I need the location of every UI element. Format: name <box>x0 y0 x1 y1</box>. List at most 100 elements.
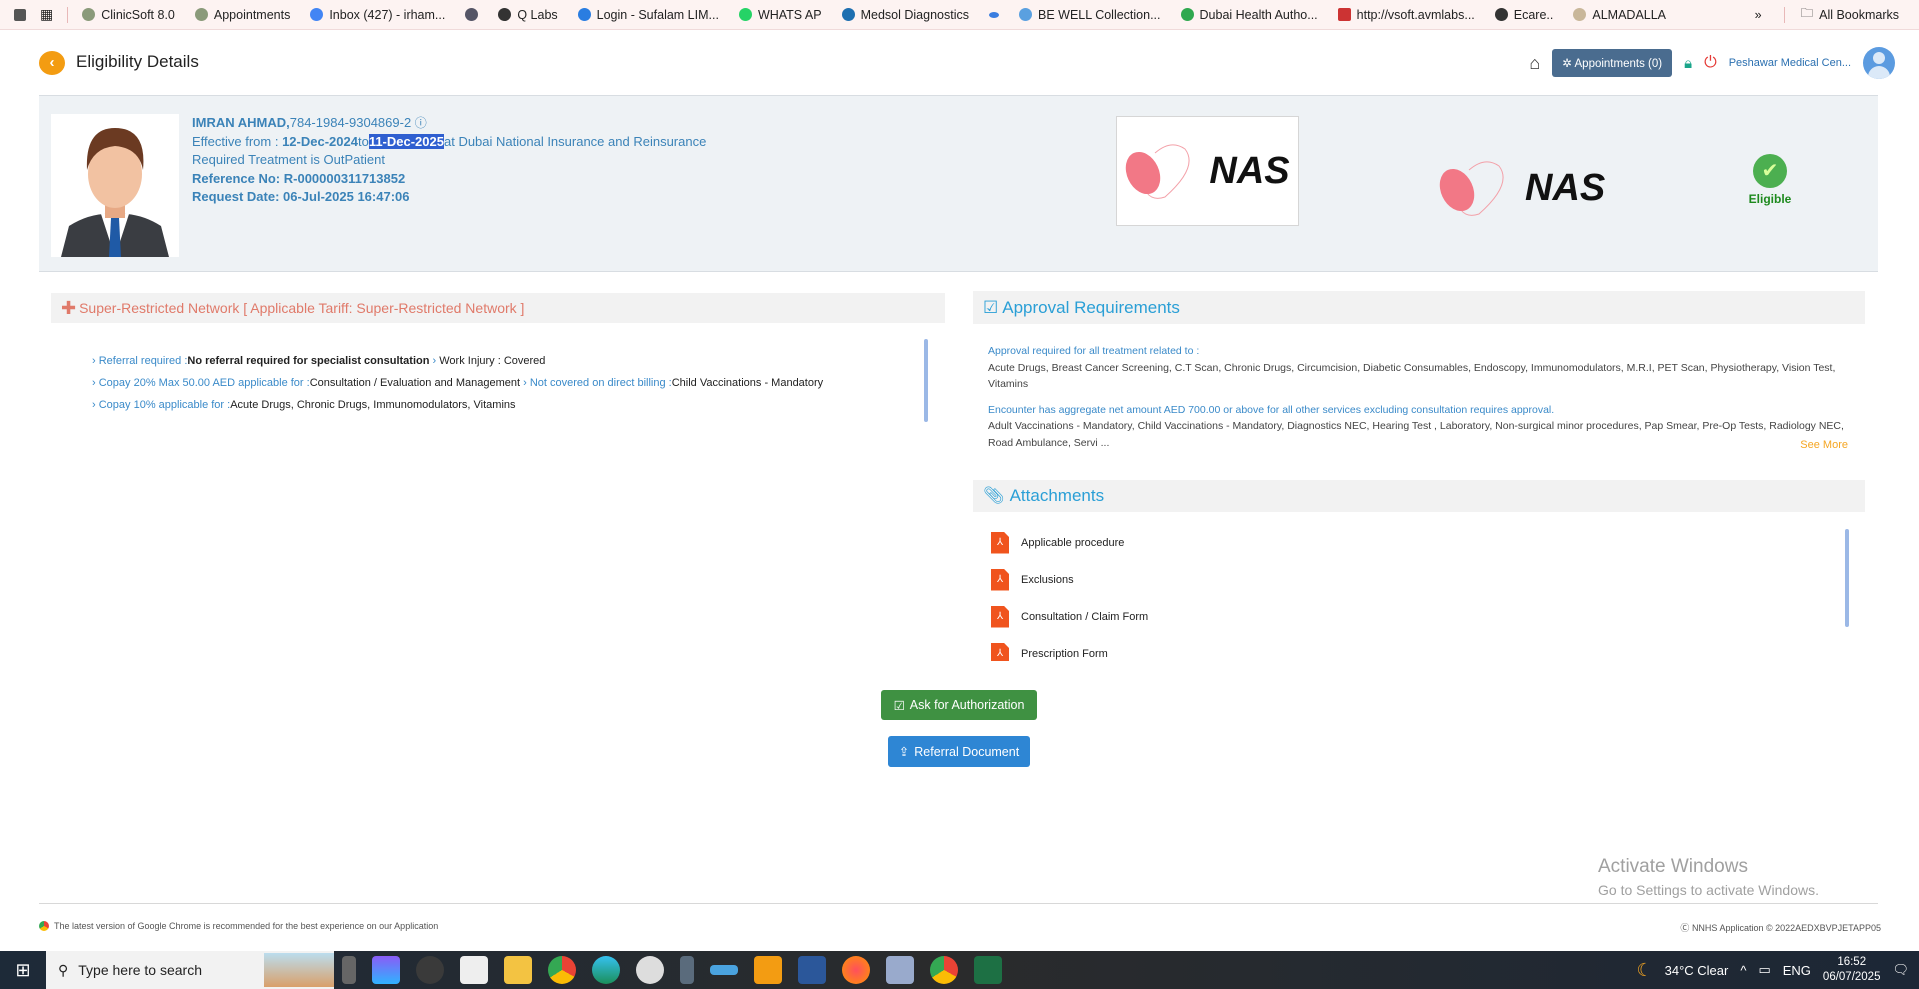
facility-name[interactable]: Peshawar Medical Cen... <box>1729 57 1851 69</box>
chevron-up-icon[interactable]: ^ <box>1740 963 1746 978</box>
approval-title: Approval Requirements <box>1002 297 1180 317</box>
windows-start-icon[interactable]: ⊞ <box>0 960 46 981</box>
taskbar-search[interactable]: ⚲ Type here to search <box>46 951 334 989</box>
excel-icon[interactable] <box>974 956 1002 984</box>
bookmark[interactable]: WHATS AP <box>738 8 822 22</box>
language[interactable]: ENG <box>1783 963 1811 978</box>
bookmark[interactable]: http://vsoft.avmlabs... <box>1337 8 1475 22</box>
insurer: at Dubai National Insurance and Reinsura… <box>443 133 707 149</box>
app-icon[interactable] <box>460 956 488 984</box>
attachments-title: Attachments <box>1009 486 1105 505</box>
weather-moon-icon[interactable]: ☾ <box>1636 960 1652 981</box>
power-icon[interactable]: ⏻ <box>1704 54 1717 72</box>
more-bookmarks-chevron-icon[interactable]: » <box>1755 8 1762 22</box>
benefit-value: Acute Drugs, Chronic Drugs, Immunomodula… <box>230 399 516 411</box>
bookmark[interactable]: ALMADALLA <box>1573 8 1666 22</box>
file-explorer-icon[interactable] <box>504 956 532 984</box>
attachments-header: 📎︎ Attachments <box>973 480 1865 512</box>
word-icon[interactable] <box>798 956 826 984</box>
request-date: Request Date: 06-Jul-2025 16:47:06 <box>192 189 410 204</box>
paperclip-icon: 📎︎ <box>983 486 1005 505</box>
bookmark[interactable]: BE WELL Collection... <box>1019 8 1161 22</box>
bookmark[interactable]: Ecare.. <box>1494 8 1553 22</box>
attachments-list: ⅄ Applicable procedure ⅄ Exclusions ⅄ Consu… <box>991 524 1831 661</box>
all-bookmarks[interactable]: 🗀 All Bookmarks <box>1801 4 1899 25</box>
logo-text: NAS <box>1209 149 1290 192</box>
chrome-icon[interactable] <box>548 956 576 984</box>
firefox-icon[interactable] <box>842 956 870 984</box>
heart-logo-icon <box>1126 144 1190 199</box>
weather[interactable]: 34°C Clear <box>1665 963 1729 978</box>
attachment-item[interactable]: ⅄ Exclusions <box>991 561 1831 598</box>
network-header: ✚ Super-Restricted Network [ Applicable T… <box>51 293 945 323</box>
checkbox-icon: ☑ <box>893 698 905 713</box>
pdf-icon: ⅄ <box>991 605 1009 628</box>
appointments-button[interactable]: ✲ Appointments (0) <box>1552 49 1673 77</box>
bookmark[interactable]: Login - Sufalam LIM... <box>577 8 719 22</box>
attachment-label: Consultation / Claim Form <box>1021 610 1149 623</box>
bookmark-icon <box>1019 8 1032 21</box>
approval-content: Approval required for all treatment rela… <box>988 343 1848 454</box>
edge-icon[interactable] <box>592 956 620 984</box>
chrome-icon[interactable] <box>930 956 958 984</box>
bookmark[interactable]: ClinicSoft 8.0 <box>82 8 175 22</box>
window-icon[interactable] <box>14 8 26 21</box>
attachment-item[interactable]: ⅄ Applicable procedure <box>991 524 1831 561</box>
list-item: › Copay 10% applicable for :Acute Drugs,… <box>92 399 516 411</box>
attachment-item[interactable]: ⅄ Consultation / Claim Form <box>991 598 1831 635</box>
bookmark[interactable]: Medsol Diagnostics <box>841 8 969 22</box>
footer-left: The latest version of Google Chrome is r… <box>39 921 438 931</box>
lock-icon[interactable]: 🔒︎ <box>1684 55 1692 72</box>
activate-windows-watermark: Activate Windows Go to Settings to activ… <box>1598 856 1819 898</box>
referral-document-button[interactable]: ⇪ Referral Document <box>888 736 1030 767</box>
bookmark[interactable]: Dubai Health Autho... <box>1180 8 1318 22</box>
network-title: Super-Restricted Network [ Applicable Ta… <box>79 300 525 316</box>
info-icon[interactable]: ⓘ <box>415 116 427 130</box>
scrollbar[interactable] <box>924 339 928 422</box>
attachment-label: Exclusions <box>1021 573 1074 586</box>
back-button[interactable]: ‹ <box>39 51 65 75</box>
home-icon[interactable]: ⌂ <box>1529 53 1540 74</box>
list-item: › Referral required :No referral require… <box>92 355 546 367</box>
outlook-icon[interactable] <box>754 956 782 984</box>
apps-grid-icon[interactable]: ▦ <box>40 6 53 23</box>
attachment-item[interactable]: ⅄ Prescription Form <box>991 635 1831 661</box>
copilot-icon[interactable] <box>372 956 400 984</box>
bookmark[interactable]: Q Labs <box>498 8 558 22</box>
logo-text: NAS <box>1525 166 1606 209</box>
emirates-id: 784-1984-9304869-2 <box>289 115 412 130</box>
paint-icon[interactable] <box>886 956 914 984</box>
bookmark[interactable]: Appointments <box>194 8 290 22</box>
see-more-link[interactable]: See More <box>988 437 1848 454</box>
globe-icon <box>1494 8 1508 21</box>
network-icon[interactable]: ▭ <box>1758 962 1770 978</box>
benefit-key: Copay 10% applicable for : <box>98 399 231 411</box>
avatar[interactable] <box>1863 47 1895 79</box>
scanner-icon[interactable] <box>710 965 738 975</box>
effective-to: 11-Dec-2025 <box>368 133 444 149</box>
benefit-key: Copay 20% Max 50.00 AED applicable for : <box>98 377 310 389</box>
calculator-icon[interactable] <box>680 956 694 984</box>
folder-icon: 🗀 <box>1800 6 1814 20</box>
notification-icon[interactable]: 🗨︎ <box>1892 962 1909 978</box>
patient-name: IMRAN AHMAD, <box>192 115 290 130</box>
calendar-icon: ✲ <box>1562 58 1575 70</box>
whatsapp-icon <box>738 8 752 21</box>
scrollbar[interactable] <box>1845 529 1849 627</box>
bookmark[interactable] <box>989 11 999 18</box>
clock[interactable]: 16:52 06/07/2025 <box>1823 955 1881 985</box>
footer-copyright: NNHS Application © 2022AEDXBVPJETAPP05 <box>1691 923 1881 933</box>
bookmark[interactable] <box>465 8 479 21</box>
benefit-key: Referral required : <box>98 355 188 367</box>
bookmarks-bar: ▦ ClinicSoft 8.0 Appointments Inbox (427… <box>0 0 1919 30</box>
task-view-icon[interactable] <box>342 956 356 984</box>
ask-authorization-button[interactable]: ☑ Ask for Authorization <box>881 690 1037 720</box>
bookmark[interactable]: Inbox (427) - irham... <box>310 8 445 22</box>
chrome-icon[interactable] <box>416 956 444 984</box>
chrome-icon <box>39 921 49 931</box>
heart-logo-icon <box>1439 161 1504 216</box>
key-icon <box>989 11 999 18</box>
snipping-tool-icon[interactable] <box>636 956 664 984</box>
patient-info: IMRAN AHMAD,784-1984-9304869-2 ⓘ Effecti… <box>192 114 706 207</box>
bookmark-icon <box>465 8 479 21</box>
